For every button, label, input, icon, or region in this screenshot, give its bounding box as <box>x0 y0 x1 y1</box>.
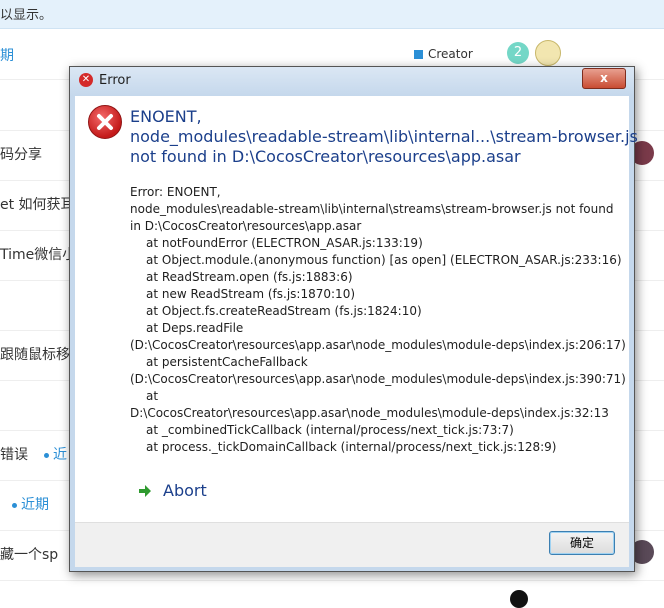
error-detail-line: at ReadStream.open (fs.js:1883:6) <box>146 270 353 284</box>
main-instruction-line: not found in D:\CocosCreator\resources\a… <box>130 147 521 166</box>
arrow-right-icon <box>139 485 151 497</box>
close-button[interactable]: x <box>582 68 626 89</box>
recent-link[interactable]: 近期 <box>12 494 49 514</box>
error-detail-line: at process._tickDomainCallback (internal… <box>146 440 557 454</box>
error-details: Error: ENOENT, node_modules\readable-stre… <box>130 184 626 456</box>
ok-button[interactable]: 确定 <box>549 531 615 555</box>
error-detail-line: (D:\CocosCreator\resources\app.asar\node… <box>130 372 626 386</box>
list-item-title[interactable]: 期 <box>0 45 14 65</box>
list-item-title[interactable]: 码分享 <box>0 144 42 164</box>
avatar[interactable] <box>535 40 561 66</box>
error-dialog: ✕ Error x ENOENT, node_modules\readable-… <box>69 66 638 572</box>
error-detail-line: at notFoundError (ELECTRON_ASAR.js:133:1… <box>146 236 423 250</box>
count-badge: 2 <box>507 42 529 64</box>
dialog-content: ENOENT, node_modules\readable-stream\lib… <box>75 96 638 522</box>
main-instruction: ENOENT, node_modules\readable-stream\lib… <box>130 107 638 167</box>
recent-link[interactable]: 近 <box>44 444 67 464</box>
error-detail-line: at _combinedTickCallback (internal/proce… <box>146 423 514 437</box>
avatar[interactable] <box>510 590 528 608</box>
error-detail-line: Error: ENOENT, <box>130 185 221 199</box>
list-item-title[interactable]: 藏一个sp <box>0 544 58 564</box>
list-item-title[interactable]: et 如何获耳 <box>0 194 75 214</box>
list-item-title[interactable]: 跟随鼠标移 <box>0 344 70 364</box>
dialog-title: Error <box>99 73 131 88</box>
list-item-title[interactable]: Time微信小 <box>0 244 76 264</box>
error-icon <box>88 105 122 139</box>
category-tag[interactable]: Creator <box>414 47 473 61</box>
error-detail-line: node_modules\readable-stream\lib\interna… <box>130 202 614 216</box>
error-small-icon: ✕ <box>79 73 93 87</box>
error-detail-line: at <box>146 389 159 403</box>
recent-link-label: 近期 <box>21 497 49 513</box>
list-item-title[interactable]: 错误 <box>0 444 28 464</box>
error-detail-line: (D:\CocosCreator\resources\app.asar\node… <box>130 338 626 352</box>
dialog-titlebar[interactable]: ✕ Error x <box>70 67 634 96</box>
error-detail-line: at Object.fs.createReadStream (fs.js:182… <box>146 304 422 318</box>
main-instruction-line: ENOENT, <box>130 107 202 126</box>
dialog-footer: 确定 <box>75 522 629 567</box>
error-detail-line: at persistentCacheFallback <box>146 355 308 369</box>
error-detail-line: D:\CocosCreator\resources\app.asar\node_… <box>130 406 609 420</box>
error-detail-line: at Object.module.(anonymous function) [a… <box>146 253 622 267</box>
error-detail-line: at new ReadStream (fs.js:1870:10) <box>146 287 356 301</box>
category-tag-label: Creator <box>428 47 473 61</box>
abort-label: Abort <box>163 481 207 500</box>
error-detail-line: in D:\CocosCreator\resources\app.asar <box>130 219 362 233</box>
main-instruction-line: node_modules\readable-stream\lib\interna… <box>130 127 638 146</box>
page-banner: 以显示。 <box>0 0 664 29</box>
error-detail-line: at Deps.readFile <box>146 321 244 335</box>
recent-link-label: 近 <box>53 447 67 463</box>
banner-text: 以显示。 <box>0 8 53 23</box>
